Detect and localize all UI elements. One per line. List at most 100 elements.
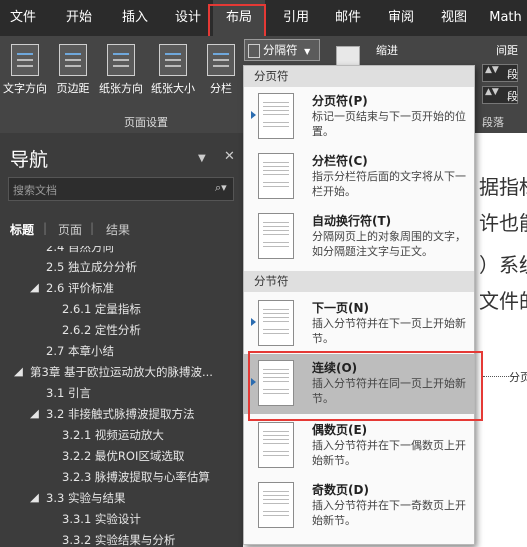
navigation-title: 导航 bbox=[10, 149, 49, 171]
size-button[interactable]: 纸张大小 bbox=[148, 40, 198, 108]
columns-label: 分栏 bbox=[210, 82, 232, 95]
heading-list: 2.4 自然方向 2.5 独立成分分析 ◢ 2.6 评价标准 2.6.1 定量指… bbox=[0, 246, 243, 547]
heading-item[interactable]: 3.3 实验与结果 bbox=[46, 490, 125, 506]
orientation-button[interactable]: 纸张方向 bbox=[96, 40, 146, 108]
tab-home[interactable]: 开始 bbox=[56, 0, 102, 36]
document-line: 文件的 bbox=[479, 289, 527, 313]
heading-item[interactable]: 3.2.2 最优ROI区域选取 bbox=[62, 448, 184, 464]
size-label: 纸张大小 bbox=[151, 82, 195, 95]
menu-item-description: 指示分栏符后面的文字将从下一栏开始。 bbox=[312, 170, 466, 198]
collapse-arrow-icon[interactable]: ◢ bbox=[14, 364, 23, 378]
nav-tab-headings[interactable]: 标题 bbox=[10, 221, 34, 238]
menu-item-description: 分隔网页上的对象周围的文字，如分隔题注文字与正文。 bbox=[312, 230, 466, 258]
document-line: 许也能 bbox=[479, 211, 527, 235]
breaks-label: 分隔符 bbox=[263, 43, 298, 57]
menu-item-text-wrapping[interactable]: 自动换行符(T) 分隔网页上的对象周围的文字，如分隔题注文字与正文。 bbox=[244, 207, 474, 267]
pointer-arrow-icon bbox=[251, 318, 256, 326]
document-line: ）系统 bbox=[479, 253, 527, 277]
menu-item-column-break[interactable]: 分栏符(C) 指示分栏符后面的文字将从下一栏开始。 bbox=[244, 147, 474, 207]
search-placeholder: 搜索文档 bbox=[13, 184, 57, 197]
tab-divider: | bbox=[90, 221, 95, 235]
text-direction-icon bbox=[11, 44, 39, 76]
heading-item[interactable]: 2.4 自然方向 bbox=[46, 246, 114, 255]
search-input[interactable]: 搜索文档 ⌕▾ bbox=[8, 177, 234, 201]
page-break-icon bbox=[258, 93, 294, 139]
margins-icon bbox=[59, 44, 87, 76]
menu-item-description: 插入分节符并在下一偶数页上开始新节。 bbox=[312, 439, 466, 467]
spinner-icon: ▲▼ bbox=[485, 87, 499, 97]
tab-view[interactable]: 视图 bbox=[431, 0, 477, 36]
tab-references[interactable]: 引用 bbox=[273, 0, 319, 36]
menu-item-description: 插入分节符并在下一奇数页上开始新节。 bbox=[312, 499, 466, 527]
highlight-box-continuous bbox=[248, 351, 483, 421]
collapse-arrow-icon[interactable]: ◢ bbox=[30, 280, 39, 294]
spacing-before-stepper[interactable]: ▲▼ 段 bbox=[482, 64, 518, 82]
heading-item[interactable]: 3.2.1 视频运动放大 bbox=[62, 427, 164, 443]
heading-item[interactable]: 2.5 独立成分分析 bbox=[46, 259, 137, 275]
margins-label: 页边距 bbox=[56, 82, 90, 95]
tab-divider: | bbox=[43, 221, 48, 235]
heading-item[interactable]: 3.2 非接触式脉搏波提取方法 bbox=[46, 406, 194, 422]
text-direction-button[interactable]: 文字方向 bbox=[0, 40, 50, 108]
heading-item[interactable]: 2.7 本章小结 bbox=[46, 343, 114, 359]
section-break-label: 分页 bbox=[509, 371, 527, 384]
margins-button[interactable]: 页边距 bbox=[52, 40, 94, 108]
spacing-label: 间距 bbox=[496, 44, 518, 57]
tab-file[interactable]: 文件 bbox=[0, 0, 46, 36]
menu-item-odd-page[interactable]: 奇数页(D) 插入分节符并在下一奇数页上开始新节。 bbox=[244, 476, 474, 536]
heading-item[interactable]: 2.6 评价标准 bbox=[46, 280, 114, 296]
tab-math[interactable]: Math bbox=[484, 0, 527, 36]
page-breaks-header: 分页符 bbox=[244, 66, 474, 87]
heading-item[interactable]: 2.6.2 定性分析 bbox=[62, 322, 141, 338]
spacing-after-stepper[interactable]: ▲▼ 段 bbox=[482, 86, 518, 104]
menu-item-even-page[interactable]: 偶数页(E) 插入分节符并在下一偶数页上开始新节。 bbox=[244, 416, 474, 476]
text-wrapping-icon bbox=[258, 213, 294, 259]
navigation-pane: 导航 ▼ ✕ 搜索文档 ⌕▾ 标题 | 页面 | 结果 2.4 自然方向 2.5… bbox=[0, 133, 243, 547]
paragraph-group-label: 段落 bbox=[482, 116, 504, 129]
tab-review[interactable]: 审阅 bbox=[378, 0, 424, 36]
heading-item[interactable]: 3.2.3 脉搏波提取与心率估算 bbox=[62, 469, 210, 485]
heading-item[interactable]: 3.3.1 实验设计 bbox=[62, 511, 141, 527]
heading-item[interactable]: 3.1 引言 bbox=[46, 385, 91, 401]
collapse-arrow-icon[interactable]: ◢ bbox=[30, 490, 39, 504]
spinner-icon: ▲▼ bbox=[485, 65, 499, 75]
menu-item-title: 下一页(N) bbox=[312, 301, 370, 315]
menu-item-title: 分页符(P) bbox=[312, 94, 368, 108]
paper-size-icon bbox=[159, 44, 187, 76]
heading-item[interactable]: 第3章 基于欧拉运动放大的脉搏波... bbox=[30, 364, 213, 380]
heading-item[interactable]: 2.6.1 定量指标 bbox=[62, 301, 141, 317]
search-icon[interactable]: ⌕▾ bbox=[215, 181, 227, 195]
column-break-icon bbox=[258, 153, 294, 199]
orientation-label: 纸张方向 bbox=[99, 82, 143, 95]
section-breaks-header: 分节符 bbox=[244, 271, 474, 292]
document-line: 据指标 bbox=[479, 175, 527, 199]
close-icon[interactable]: ✕ bbox=[224, 149, 235, 164]
menu-item-description: 标记一页结束与下一页开始的位置。 bbox=[312, 110, 466, 138]
columns-icon bbox=[207, 44, 235, 76]
breaks-dropdown-menu: 分页符 分页符(P) 标记一页结束与下一页开始的位置。 分栏符(C) 指示分栏符… bbox=[243, 65, 475, 545]
indent-label: 缩进 bbox=[376, 44, 398, 57]
menu-item-title: 奇数页(D) bbox=[312, 483, 369, 497]
next-page-icon bbox=[258, 300, 294, 346]
collapse-arrow-icon[interactable]: ◢ bbox=[30, 406, 39, 420]
odd-page-icon bbox=[258, 482, 294, 528]
menu-item-title: 分栏符(C) bbox=[312, 154, 368, 168]
breaks-icon bbox=[248, 44, 260, 58]
tab-insert[interactable]: 插入 bbox=[112, 0, 158, 36]
menu-item-title: 偶数页(E) bbox=[312, 423, 368, 437]
columns-button[interactable]: 分栏 bbox=[202, 40, 240, 108]
menu-item-title: 自动换行符(T) bbox=[312, 214, 392, 228]
nav-tab-pages[interactable]: 页面 bbox=[58, 221, 82, 238]
heading-item[interactable]: 3.3.2 实验结果与分析 bbox=[62, 532, 175, 547]
tab-mailings[interactable]: 邮件 bbox=[325, 0, 371, 36]
pane-options-icon[interactable]: ▼ bbox=[198, 153, 206, 164]
chevron-down-icon: ▼ bbox=[304, 47, 311, 56]
tab-design[interactable]: 设计 bbox=[165, 0, 211, 36]
page-setup-group-label: 页面设置 bbox=[124, 116, 168, 129]
menu-item-page-break[interactable]: 分页符(P) 标记一页结束与下一页开始的位置。 bbox=[244, 87, 474, 147]
spacing-after-label: 段 bbox=[507, 90, 518, 103]
nav-tab-results[interactable]: 结果 bbox=[106, 221, 130, 238]
pointer-arrow-icon bbox=[251, 111, 256, 119]
spacing-before-label: 段 bbox=[507, 68, 518, 81]
menu-item-next-page[interactable]: 下一页(N) 插入分节符并在下一页上开始新节。 bbox=[244, 294, 474, 354]
